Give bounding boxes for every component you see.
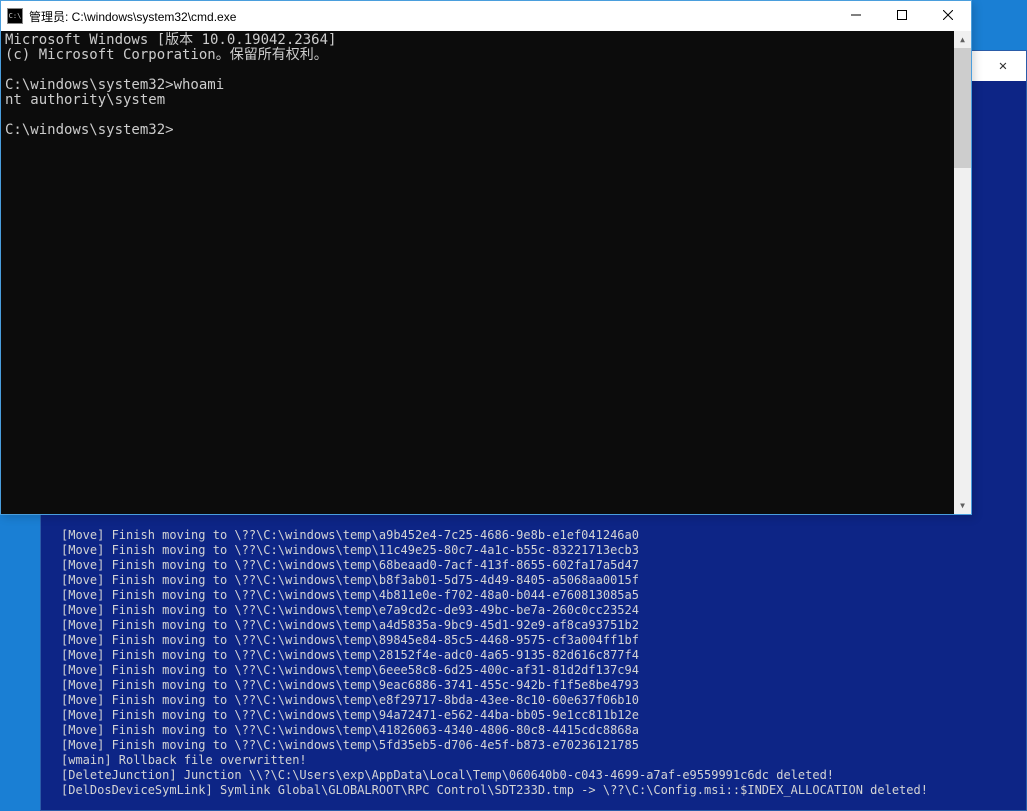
cmd-icon: C:\ (7, 8, 23, 24)
cmd-terminal-output[interactable]: Microsoft Windows [版本 10.0.19042.2364] (… (1, 31, 954, 514)
background-terminal-output: [Move] Finish moving to \??\C:\windows\t… (53, 524, 1014, 802)
maximize-button[interactable] (879, 1, 925, 29)
scrollbar-track[interactable] (954, 48, 971, 497)
cmd-content-area: Microsoft Windows [版本 10.0.19042.2364] (… (1, 31, 971, 514)
vertical-scrollbar[interactable]: ▲ ▼ (954, 31, 971, 514)
scroll-down-arrow-icon[interactable]: ▼ (954, 497, 971, 514)
cmd-titlebar[interactable]: C:\ 管理员: C:\windows\system32\cmd.exe (1, 1, 971, 31)
scroll-up-arrow-icon[interactable]: ▲ (954, 31, 971, 48)
scrollbar-thumb[interactable] (954, 48, 971, 168)
close-button[interactable]: ✕ (980, 51, 1026, 81)
window-controls (833, 1, 971, 31)
minimize-button[interactable] (833, 1, 879, 29)
cmd-window: C:\ 管理员: C:\windows\system32\cmd.exe Mic… (0, 0, 972, 515)
close-button[interactable] (925, 1, 971, 29)
cmd-window-title: 管理员: C:\windows\system32\cmd.exe (29, 8, 833, 25)
